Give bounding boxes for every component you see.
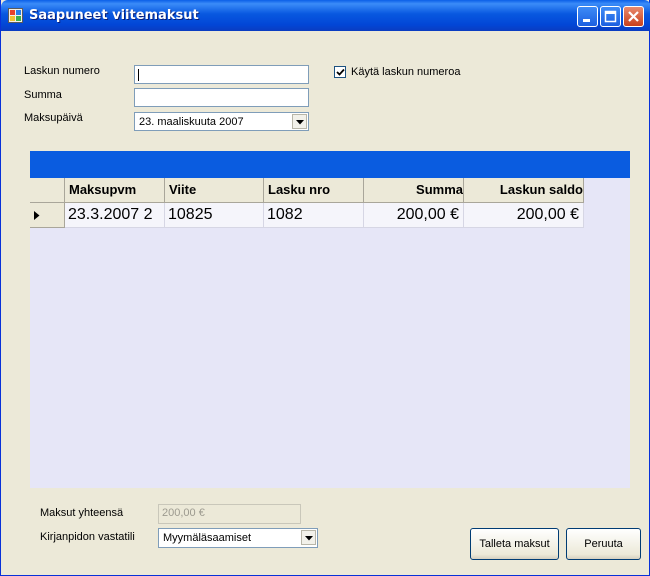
close-icon bbox=[628, 11, 639, 22]
payment-date-picker[interactable]: 23. maaliskuuta 2007 bbox=[134, 112, 309, 131]
dropdown-arrow-button[interactable] bbox=[301, 530, 316, 545]
current-row-arrow-icon bbox=[34, 211, 40, 220]
column-header-laskun-saldo[interactable]: Laskun saldo bbox=[464, 178, 584, 203]
column-header-summa[interactable]: Summa bbox=[364, 178, 464, 203]
row-header-current[interactable] bbox=[30, 203, 65, 228]
cell-summa[interactable]: 200,00 € bbox=[364, 203, 464, 228]
maximize-button[interactable] bbox=[600, 6, 621, 27]
minimize-icon bbox=[583, 19, 590, 22]
cell-lasku-nro[interactable]: 1082 bbox=[264, 203, 364, 228]
dropdown-arrow-button[interactable] bbox=[292, 114, 307, 129]
cell-laskun-saldo[interactable]: 200,00 € bbox=[464, 203, 584, 228]
account-value: Myymäläsaamiset bbox=[163, 532, 252, 544]
invoice-number-label: Laskun numero bbox=[24, 65, 100, 77]
cancel-button[interactable]: Peruuta bbox=[566, 528, 641, 560]
account-select[interactable]: Myymäläsaamiset bbox=[158, 528, 318, 548]
text-caret bbox=[138, 69, 139, 81]
grid-caption-bar bbox=[30, 151, 630, 178]
chevron-down-icon bbox=[305, 536, 313, 541]
payments-grid[interactable]: Maksupvm Viite Lasku nro Summa Laskun sa… bbox=[30, 151, 630, 488]
maximize-icon bbox=[604, 10, 617, 23]
total-value: 200,00 € bbox=[162, 507, 205, 519]
invoice-number-field[interactable] bbox=[134, 65, 309, 84]
column-header-lasku-nro[interactable]: Lasku nro bbox=[264, 178, 364, 203]
payment-date-label: Maksupäivä bbox=[24, 112, 83, 124]
save-payments-button[interactable]: Talleta maksut bbox=[470, 528, 559, 560]
minimize-button[interactable] bbox=[577, 6, 598, 27]
sum-field[interactable] bbox=[134, 88, 309, 107]
total-label: Maksut yhteensä bbox=[40, 507, 124, 519]
payment-date-value: 23. maaliskuuta 2007 bbox=[139, 116, 244, 128]
column-header-viite[interactable]: Viite bbox=[165, 178, 264, 203]
account-label: Kirjanpidon vastatili bbox=[40, 531, 135, 543]
window-title: Saapuneet viitemaksut bbox=[29, 8, 199, 23]
use-invoice-number-label: Käytä laskun numeroa bbox=[351, 66, 461, 78]
app-icon bbox=[8, 8, 23, 23]
cell-maksupvm[interactable]: 23.3.2007 2 bbox=[65, 203, 165, 228]
close-button[interactable] bbox=[623, 6, 644, 27]
sum-label: Summa bbox=[24, 89, 62, 101]
checkmark-icon bbox=[336, 68, 345, 76]
grid-corner-header[interactable] bbox=[30, 178, 65, 203]
use-invoice-number-checkbox[interactable] bbox=[334, 66, 346, 78]
payments-window: Saapuneet viitemaksut Laskun numero Summ… bbox=[0, 0, 650, 576]
column-header-maksupvm[interactable]: Maksupvm bbox=[65, 178, 165, 203]
title-bar[interactable]: Saapuneet viitemaksut bbox=[1, 0, 650, 31]
chevron-down-icon bbox=[296, 120, 304, 125]
cell-viite[interactable]: 10825 bbox=[165, 203, 264, 228]
total-field: 200,00 € bbox=[158, 504, 301, 524]
